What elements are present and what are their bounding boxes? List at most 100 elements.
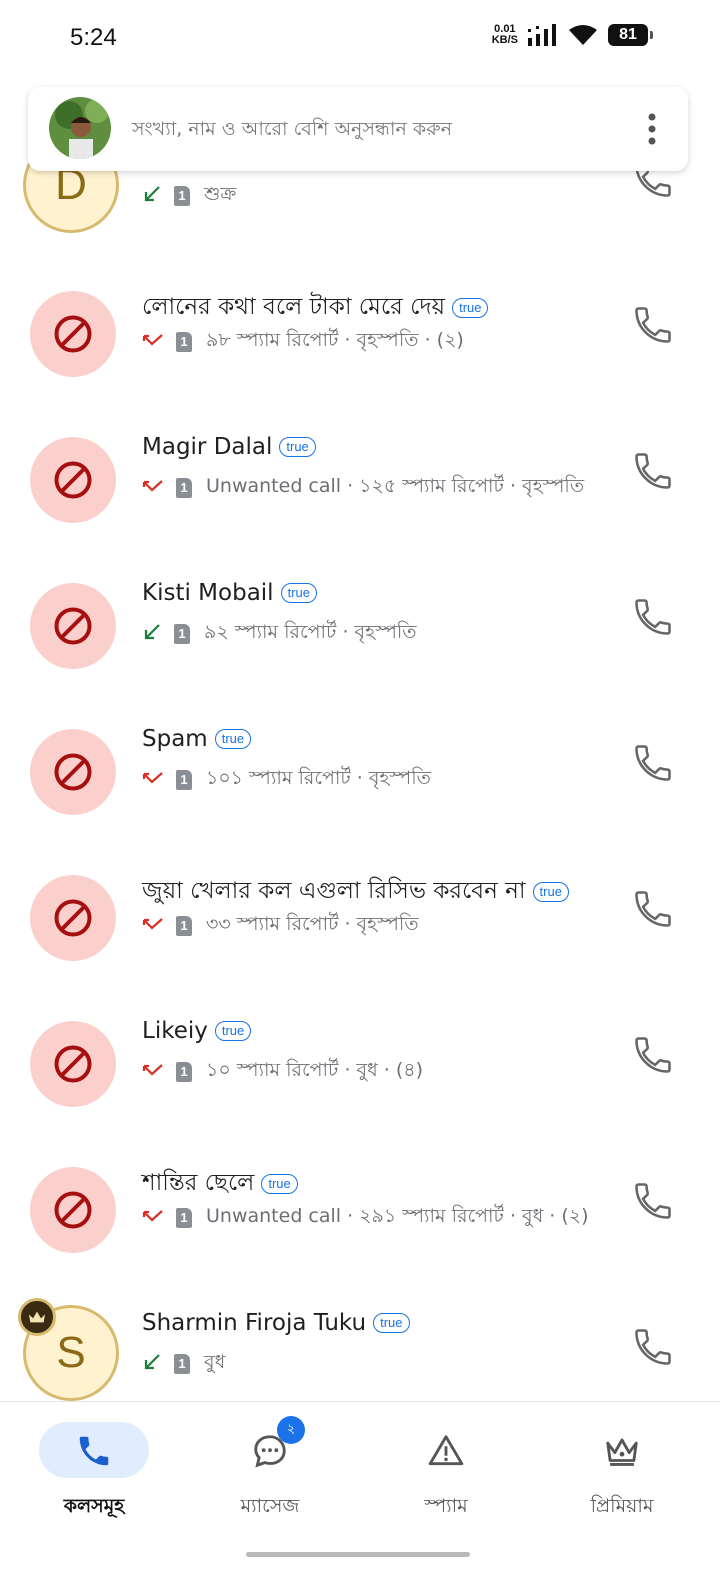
spam-avatar[interactable] <box>30 729 116 815</box>
call-button[interactable] <box>631 1179 675 1223</box>
call-detail-text: ৩৩ স্প্যাম রিপোর্ট · বৃহস্পতি <box>206 913 419 935</box>
verified-badge: true <box>279 437 316 457</box>
contact-name-line: লোনের কথা বলে টাকা মেরে দেয় true <box>142 288 489 327</box>
call-detail-text: Unwanted call · ২৯১ স্প্যাম রিপোর্ট · বু… <box>206 1205 589 1227</box>
spam-avatar[interactable] <box>30 583 116 669</box>
status-time: 5:24 <box>70 24 117 51</box>
nav-premium-label: প্রিমিয়াম <box>590 1495 654 1517</box>
call-log-row[interactable]: Likeiy true 1 ১০ স্প্যাম রিপোর্ট · বুধ ·… <box>0 991 720 1137</box>
contact-name: Likeiy <box>142 1018 208 1044</box>
missed-call-icon <box>142 1206 176 1230</box>
missed-call-icon <box>142 1060 176 1084</box>
call-button[interactable] <box>631 595 675 639</box>
sim-icon: 1 <box>174 1354 190 1374</box>
verified-badge: true <box>261 1173 298 1194</box>
verified-badge: true <box>214 1021 252 1041</box>
phone-icon <box>79 1436 109 1466</box>
spam-avatar[interactable] <box>30 1021 116 1107</box>
wifi-icon <box>569 25 597 45</box>
missed-call-icon <box>142 768 176 792</box>
search-bar[interactable]: সংখ্যা, নাম ও আরো বেশি অনুসন্ধান করুন <box>28 87 688 171</box>
missed-call-icon <box>142 914 176 938</box>
phone-icon <box>631 453 675 497</box>
call-details: 1 বুধ <box>142 1348 225 1380</box>
warning-icon <box>428 1435 464 1466</box>
status-bar: 5:24 0.01 KB/S 81 <box>0 0 720 80</box>
call-details: 1 ৯৮ স্প্যাম রিপোর্ট · বৃহস্পতি · (২) <box>142 326 464 358</box>
contact-name-line: জুয়া খেলার কল এগুলা রিসিভ করবেন না true <box>142 872 569 911</box>
nav-messages[interactable]: ২ ম্যাসেজ <box>182 1416 358 1524</box>
phone-icon <box>631 1037 675 1081</box>
call-log-row[interactable]: লোনের কথা বলে টাকা মেরে দেয় true 1 ৯৮ স… <box>0 261 720 407</box>
crown-icon <box>606 1438 638 1466</box>
spam-avatar[interactable] <box>30 875 116 961</box>
phone-icon <box>631 1329 675 1373</box>
nav-spam[interactable]: স্প্যাম <box>358 1422 534 1524</box>
nav-calls-label: কলসমূহ <box>63 1495 125 1517</box>
search-input[interactable]: সংখ্যা, নাম ও আরো বেশি অনুসন্ধান করুন <box>132 115 452 147</box>
spam-avatar[interactable] <box>30 437 116 523</box>
call-log-row[interactable]: জুয়া খেলার কল এগুলা রিসিভ করবেন না true… <box>0 845 720 991</box>
sim-icon: 1 <box>174 624 190 644</box>
call-details: 1 শুক্র <box>142 180 236 212</box>
sim-icon: 1 <box>176 916 192 936</box>
call-button[interactable] <box>631 449 675 493</box>
verified-badge: true <box>214 729 252 749</box>
call-button[interactable] <box>631 303 675 347</box>
phone-icon <box>631 1183 675 1227</box>
contact-name-line: Sharmin Firoja Tuku true <box>142 1310 410 1336</box>
call-detail-text: Unwanted call · ১২৫ স্প্যাম রিপোর্ট · বৃ… <box>206 475 585 497</box>
call-details: 1 ১০ স্প্যাম রিপোর্ট · বুধ · (৪) <box>142 1056 423 1088</box>
call-detail-text: বুধ <box>204 1351 226 1373</box>
call-log-row[interactable]: শান্তির ছেলে true 1 Unwanted call · ২৯১ … <box>0 1137 720 1283</box>
sim-icon: 1 <box>176 478 192 498</box>
missed-call-icon <box>142 330 176 354</box>
verified-badge: true <box>280 583 317 603</box>
missed-call-icon <box>142 476 176 500</box>
call-details: 1 Unwanted call · ১২৫ স্প্যাম রিপোর্ট · … <box>142 472 584 504</box>
verified-badge: true <box>532 881 569 902</box>
nav-premium[interactable]: প্রিমিয়াম <box>534 1422 710 1524</box>
phone-icon <box>631 599 675 643</box>
call-detail-text: ৯৮ স্প্যাম রিপোর্ট · বৃহস্পতি · (২) <box>206 329 464 351</box>
avatar-letter: S <box>56 1328 86 1377</box>
spam-avatar[interactable] <box>30 291 116 377</box>
contact-name-line: শান্তির ছেলে true <box>142 1164 298 1203</box>
call-log-row[interactable]: Spam true 1 ১০১ স্প্যাম রিপোর্ট · বৃহস্প… <box>0 699 720 845</box>
phone-icon <box>631 891 675 935</box>
verified-badge: true <box>452 297 489 318</box>
spam-avatar[interactable] <box>30 1167 116 1253</box>
contact-name-line: Magir Dalal true <box>142 434 316 460</box>
phone-icon <box>631 307 675 351</box>
call-details: 1 ৩৩ স্প্যাম রিপোর্ট · বৃহস্পতি <box>142 910 419 942</box>
contact-name: Magir Dalal <box>142 434 273 460</box>
contact-name: শান্তির ছেলে <box>142 1170 255 1196</box>
contact-name: Spam <box>142 726 208 752</box>
call-log-row[interactable]: Kisti Mobail true 1 ৯২ স্প্যাম রিপোর্ট ·… <box>0 553 720 699</box>
incoming-call-icon <box>142 184 174 208</box>
call-button[interactable] <box>631 1325 675 1369</box>
nav-calls[interactable]: কলসমূহ <box>6 1422 182 1524</box>
home-indicator[interactable] <box>246 1552 470 1557</box>
call-log-row[interactable]: Magir Dalal true 1 Unwanted call · ১২৫ স… <box>0 407 720 553</box>
nav-spam-label: স্প্যাম <box>424 1495 468 1517</box>
sim-icon: 1 <box>176 332 192 352</box>
signal-icon <box>528 24 556 46</box>
incoming-call-icon <box>142 622 174 646</box>
call-button[interactable] <box>631 741 675 785</box>
call-detail-text: ১০ স্প্যাম রিপোর্ট · বুধ · (৪) <box>206 1059 424 1081</box>
contact-name: Kisti Mobail <box>142 580 274 606</box>
contact-name-line: Kisti Mobail true <box>142 580 317 606</box>
contact-name-line: Spam true <box>142 726 252 752</box>
status-icons: 0.01 KB/S 81 <box>492 24 653 46</box>
call-details: 1 ৯২ স্প্যাম রিপোর্ট · বৃহস্পতি <box>142 618 417 650</box>
call-detail-text: শুক্র <box>204 183 237 205</box>
call-button[interactable] <box>631 1033 675 1077</box>
bottom-navigation: কলসমূহ ২ ম্যাসেজ স্প্যাম প্রিমিয়াম <box>0 1401 720 1577</box>
call-button[interactable] <box>631 887 675 931</box>
sim-icon: 1 <box>176 1208 192 1228</box>
more-options-icon[interactable] <box>646 113 658 145</box>
contact-name-line: Likeiy true <box>142 1018 252 1044</box>
profile-avatar[interactable] <box>49 97 111 159</box>
contact-name: লোনের কথা বলে টাকা মেরে দেয় <box>142 294 446 320</box>
